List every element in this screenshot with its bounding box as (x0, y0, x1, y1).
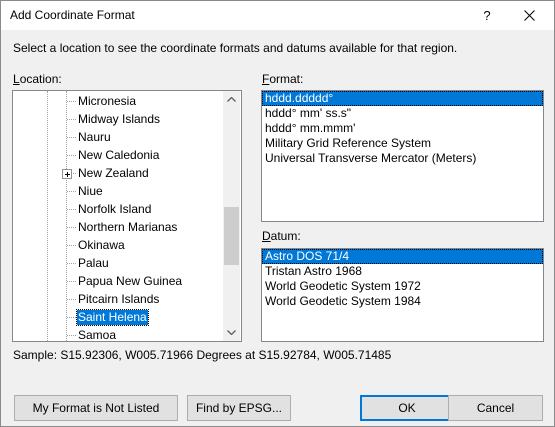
tree-connector-line (67, 155, 76, 156)
my-format-not-listed-button[interactable]: My Format is Not Listed (14, 395, 178, 421)
tree-item-label: Okinawa (78, 238, 125, 252)
datum-list[interactable]: Astro DOS 71/4 Tristan Astro 1968 World Ge… (261, 248, 544, 342)
tree-connector-line (67, 281, 76, 282)
tree-connector-line (67, 101, 76, 102)
tree-item[interactable]: Pitcairn Islands (13, 290, 224, 308)
datum-list-item[interactable]: Tristan Astro 1968 (262, 264, 543, 279)
tree-connector-line (67, 191, 76, 192)
tree-item[interactable]: Midway Islands (13, 110, 224, 128)
tree-item[interactable]: New Zealand (13, 164, 224, 182)
datum-list-item[interactable]: World Geodetic System 1972 (262, 279, 543, 294)
location-scrollbar[interactable] (223, 91, 240, 341)
scroll-thumb[interactable] (224, 207, 239, 265)
format-list-item[interactable]: hddd° mm.mmm' (262, 121, 543, 136)
location-label-accesskey: L (13, 72, 20, 86)
ok-button[interactable]: OK (360, 395, 454, 421)
datum-label-accesskey: D (262, 229, 271, 243)
location-label: Location: (13, 72, 62, 86)
tree-connector-line (67, 245, 76, 246)
tree-item[interactable]: Papua New Guinea (13, 272, 224, 290)
tree-item-label: Norfolk Island (78, 202, 152, 216)
tree-connector-line (67, 227, 76, 228)
tree-item-label: Samoa (78, 328, 117, 342)
format-label-rest: ormat: (269, 72, 304, 86)
tree-item-label: New Zealand (78, 166, 149, 180)
tree-item[interactable]: Micronesia (13, 92, 224, 110)
format-list-item[interactable]: hddd° mm' ss.s" (262, 106, 543, 121)
tree-connector-line (67, 263, 76, 264)
tree-item-label: Saint Helena (76, 309, 149, 326)
tree-item[interactable]: Samoa (13, 326, 224, 342)
find-by-epsg-button[interactable]: Find by EPSG... (187, 395, 291, 421)
tree-item[interactable]: Nauru (13, 128, 224, 146)
tree-item[interactable]: Okinawa (13, 236, 224, 254)
datum-list-item[interactable]: World Geodetic System 1984 (262, 294, 543, 309)
tree-item[interactable]: Niue (13, 182, 224, 200)
tree-item-label: Northern Marianas (78, 220, 178, 234)
tree-item[interactable]: New Caledonia (13, 146, 224, 164)
tree-connector-line (67, 335, 76, 336)
add-coordinate-format-dialog: Add Coordinate Format ? Select a locatio… (0, 0, 555, 427)
scroll-up-button[interactable] (223, 91, 240, 108)
datum-label: Datum: (262, 229, 301, 243)
tree-item[interactable]: Saint Helena (13, 308, 224, 326)
format-list[interactable]: hddd.ddddd° hddd° mm' ss.s" hddd° mm.mmm' M… (261, 90, 544, 222)
sample-text: Sample: S15.92306, W005.71966 Degrees at… (13, 348, 392, 362)
tree-item-label: Midway Islands (78, 112, 161, 126)
tree-connector-line (67, 137, 76, 138)
cancel-button[interactable]: Cancel (448, 395, 543, 421)
tree-item[interactable]: Palau (13, 254, 224, 272)
tree-item-label: Palau (78, 256, 109, 270)
help-button[interactable]: ? (467, 1, 507, 30)
tree-item[interactable]: Norfolk Island (13, 200, 224, 218)
format-list-item[interactable]: Universal Transverse Mercator (Meters) (262, 151, 543, 166)
datum-list-item[interactable]: Astro DOS 71/4 (262, 249, 543, 264)
tree-item-label: Micronesia (78, 94, 137, 108)
tree-item-label: Niue (78, 184, 103, 198)
tree-item-label: Papua New Guinea (78, 274, 183, 288)
tree-connector-line (67, 119, 76, 120)
window-title: Add Coordinate Format (10, 8, 135, 22)
chevron-down-icon (227, 330, 236, 335)
tree-connector-line (67, 299, 76, 300)
chevron-up-icon (227, 97, 236, 102)
tree-item[interactable]: Northern Marianas (13, 218, 224, 236)
datum-label-rest: atum: (270, 229, 301, 243)
tree-item-label: New Caledonia (78, 148, 160, 162)
tree-item-label: Pitcairn Islands (78, 292, 160, 306)
tree-connector-line (67, 209, 76, 210)
expand-plus-icon[interactable] (62, 169, 72, 179)
title-bar: Add Coordinate Format ? (1, 1, 554, 30)
tree-item-label: Nauru (78, 130, 111, 144)
format-list-item[interactable]: hddd.ddddd° (262, 91, 543, 106)
format-label: Format: (262, 72, 303, 86)
tree-connector-line (67, 317, 76, 318)
scroll-down-button[interactable] (223, 324, 240, 341)
close-button[interactable] (507, 1, 553, 30)
format-list-item[interactable]: Military Grid Reference System (262, 136, 543, 151)
location-label-rest: ocation: (19, 72, 62, 86)
close-icon (524, 10, 535, 21)
instruction-text: Select a location to see the coordinate … (13, 41, 458, 55)
location-tree[interactable]: Micronesia Midway Islands Nauru New Caledon… (12, 90, 242, 342)
